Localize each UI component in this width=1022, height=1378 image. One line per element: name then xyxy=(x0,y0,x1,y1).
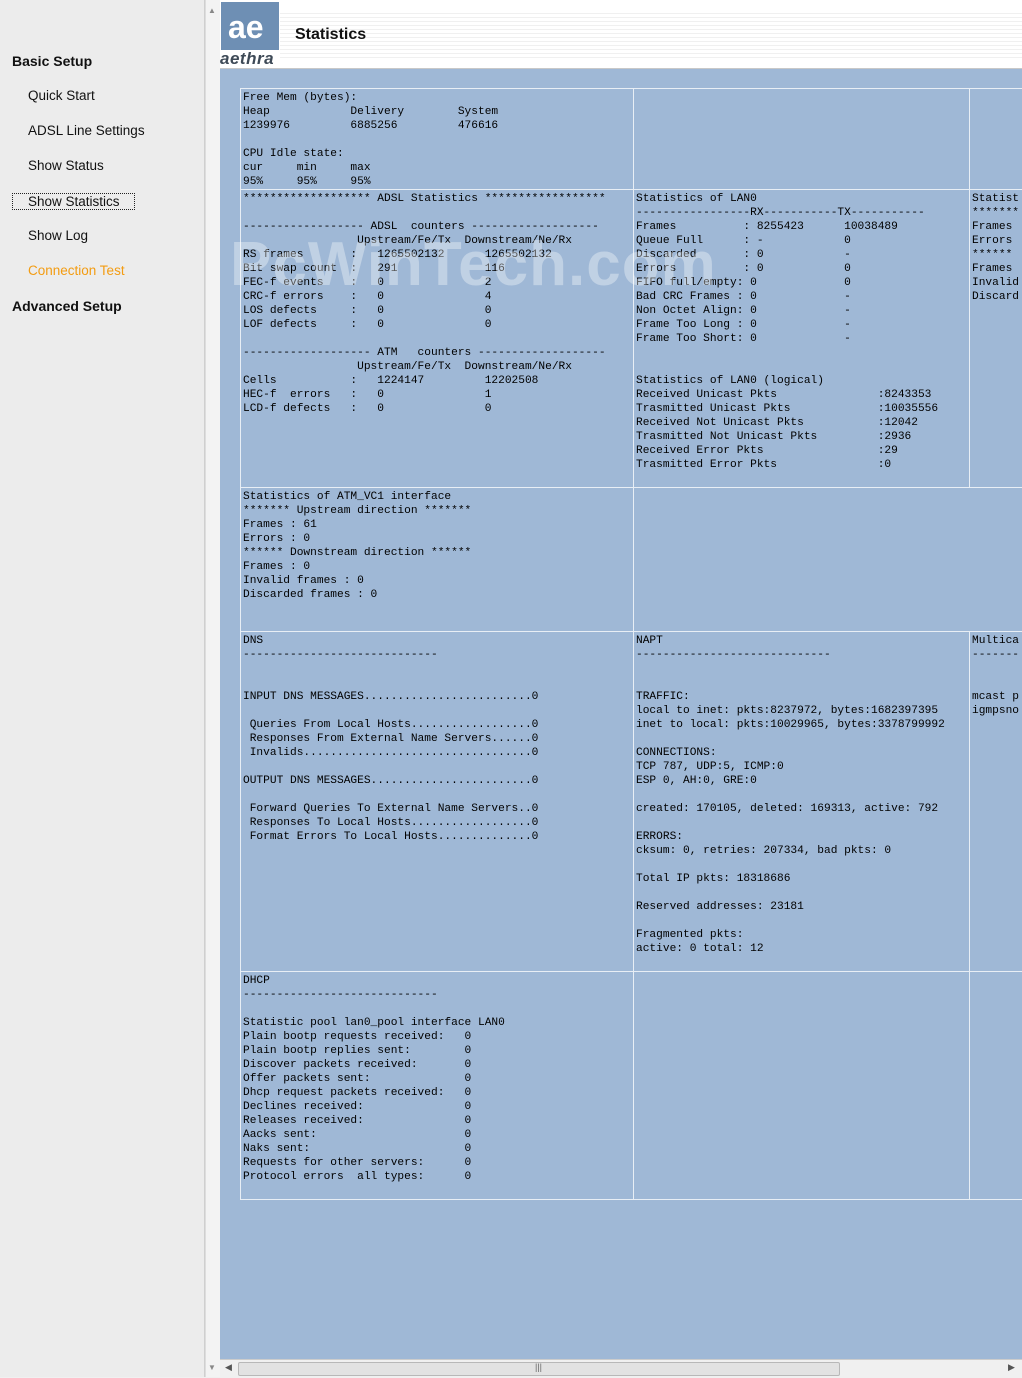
dhcp-cell: DHCP ----------------------------- Stati… xyxy=(240,971,634,1200)
header: ae aethra Statistics xyxy=(220,0,1022,69)
statistics-content: Free Mem (bytes): Heap Delivery System 1… xyxy=(220,69,1022,1359)
nav-basic-setup[interactable]: Basic Setup xyxy=(12,53,92,69)
scroll-right-arrow-icon[interactable]: ▶ xyxy=(1008,1362,1015,1373)
aethra-logo-icon: ae xyxy=(221,2,279,50)
truncated-statistics-cell: Statist ******* Frames Errors ****** Fra… xyxy=(969,189,1022,488)
empty-cell xyxy=(969,971,1022,1200)
nav-advanced-setup[interactable]: Advanced Setup xyxy=(12,298,122,314)
page-title: Statistics xyxy=(295,26,367,43)
horizontal-scrollbar[interactable]: ◀ ||| ▶ xyxy=(220,1359,1022,1378)
multicast-text: Multica ------- mcast p igmpsno xyxy=(972,635,1019,717)
nav-show-status[interactable]: Show Status xyxy=(28,158,104,173)
lan0-statistics-text: Statistics of LAN0 -----------------RX--… xyxy=(636,193,939,471)
nav-scrollbar[interactable]: ▲ ▼ xyxy=(205,0,220,1377)
logo-wordmark: aethra xyxy=(220,49,275,68)
adsl-statistics-cell: ******************* ADSL Statistics ****… xyxy=(240,189,634,488)
nav-adsl-line-settings[interactable]: ADSL Line Settings xyxy=(28,123,145,138)
scroll-down-arrow-icon[interactable]: ▼ xyxy=(208,1363,216,1372)
truncated-statistics-text: Statist ******* Frames Errors ****** Fra… xyxy=(972,193,1019,303)
dns-cell: DNS ----------------------------- INPUT … xyxy=(240,631,634,972)
adsl-statistics-text: ******************* ADSL Statistics ****… xyxy=(243,193,606,415)
empty-cell xyxy=(633,971,970,1200)
memory-cpu-text: Free Mem (bytes): Heap Delivery System 1… xyxy=(243,92,499,188)
scroll-left-arrow-icon[interactable]: ◀ xyxy=(225,1362,232,1373)
memory-cpu-cell: Free Mem (bytes): Heap Delivery System 1… xyxy=(240,88,634,190)
header-stripes xyxy=(280,10,1022,58)
grip-icon: ||| xyxy=(535,1362,543,1372)
svg-text:ae: ae xyxy=(228,10,264,44)
nav-show-statistics[interactable]: Show Statistics xyxy=(12,193,135,210)
empty-cell xyxy=(969,88,1022,190)
lan0-statistics-cell: Statistics of LAN0 -----------------RX--… xyxy=(633,189,970,488)
nav-quick-start[interactable]: Quick Start xyxy=(28,88,95,103)
empty-cell xyxy=(633,88,970,190)
horizontal-scroll-thumb[interactable]: ||| xyxy=(238,1362,840,1376)
napt-text: NAPT ----------------------------- TRAFF… xyxy=(636,635,945,955)
dhcp-text: DHCP ----------------------------- Stati… xyxy=(243,975,505,1183)
left-navigation: Basic Setup Quick Start ADSL Line Settin… xyxy=(0,0,205,1377)
multicast-cell: Multica ------- mcast p igmpsno xyxy=(969,631,1022,972)
nav-connection-test[interactable]: Connection Test xyxy=(28,263,125,278)
nav-show-log[interactable]: Show Log xyxy=(28,228,88,243)
atm-vc1-statistics-cell: Statistics of ATM_VC1 interface ******* … xyxy=(240,487,634,632)
scroll-up-arrow-icon[interactable]: ▲ xyxy=(208,6,216,15)
napt-cell: NAPT ----------------------------- TRAFF… xyxy=(633,631,970,972)
atm-vc1-statistics-text: Statistics of ATM_VC1 interface ******* … xyxy=(243,491,472,601)
dns-text: DNS ----------------------------- INPUT … xyxy=(243,635,539,843)
